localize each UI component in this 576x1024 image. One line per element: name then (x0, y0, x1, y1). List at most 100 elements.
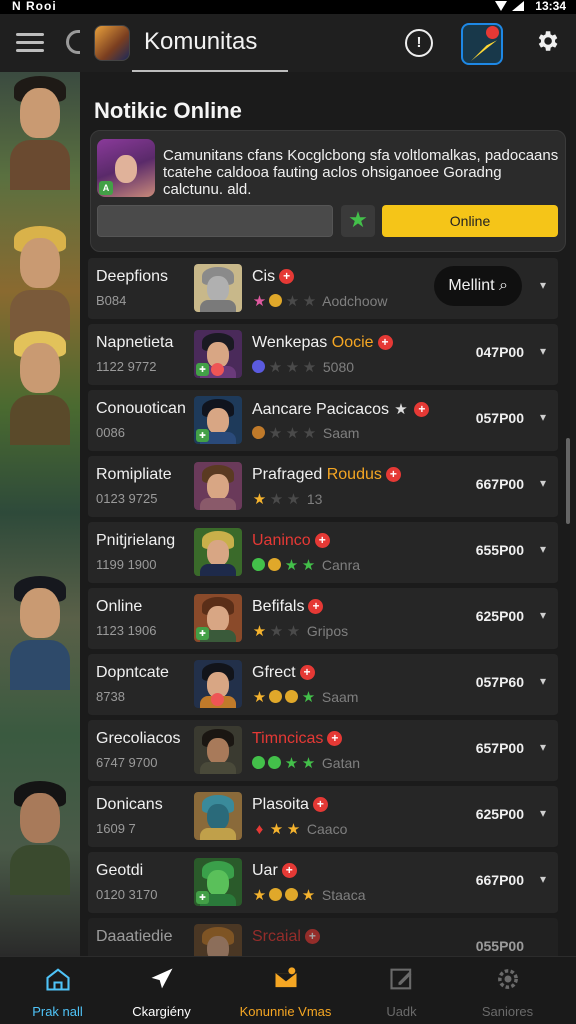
row-name: Online (96, 598, 143, 615)
chevron-down-icon[interactable]: ▾ (540, 344, 546, 358)
add-icon[interactable]: + (312, 797, 328, 812)
orb-icon (252, 360, 265, 373)
coin-icon (269, 294, 282, 307)
add-icon[interactable]: + (414, 402, 430, 417)
list-item[interactable]: Napnetieta 1122 9772 ✚ Wenkepas Oocie + ★… (88, 324, 558, 386)
app-logo (94, 25, 130, 61)
star-icon: ★ (348, 207, 368, 232)
settings-icon (497, 969, 518, 989)
list-item[interactable]: Conouotican 0086 ✚ Aancare Pacicacos ★ + … (88, 390, 558, 452)
row-value: 047P00 (475, 344, 524, 360)
chevron-down-icon[interactable]: ▾ (540, 542, 546, 556)
notice-input[interactable] (97, 205, 333, 237)
row-title: Befifals (252, 598, 305, 615)
row-meta: Staaca (321, 887, 366, 903)
star-button[interactable]: ★ (341, 205, 375, 237)
add-icon[interactable]: + (314, 533, 330, 548)
add-icon[interactable]: + (299, 665, 315, 680)
chevron-down-icon[interactable]: ▾ (540, 608, 546, 622)
search-icon[interactable] (66, 30, 80, 54)
row-id: 1122 9772 (96, 359, 157, 374)
row-meta: Saam (321, 689, 359, 705)
section-title: Notikic Online (94, 98, 242, 123)
online-button[interactable]: Online (382, 205, 558, 237)
info-icon[interactable]: ! (405, 29, 433, 57)
add-icon[interactable]: + (281, 863, 297, 878)
row-value: 667P00 (475, 872, 524, 888)
menu-icon[interactable] (16, 33, 44, 53)
nav-item-community[interactable]: Konunnie Vmas (228, 965, 343, 1021)
map-icon[interactable] (461, 23, 503, 65)
nav-item-navigate[interactable]: Ckargiény (104, 965, 219, 1021)
add-icon[interactable]: + (304, 929, 320, 944)
row-meta: Saam (322, 425, 360, 441)
chevron-down-icon[interactable]: ▾ (540, 872, 546, 886)
row-meta: Caaco (306, 821, 348, 837)
nav-item-settings[interactable]: Saniores (450, 965, 565, 1021)
add-icon[interactable]: + (279, 269, 295, 284)
row-title: Cis (252, 268, 276, 285)
list-item[interactable]: Grecoliacos 6747 9700 Timncicas + ★ ★ Gata… (88, 720, 558, 782)
row-title-accent: Timncicas (252, 730, 324, 747)
chevron-down-icon[interactable]: ▾ (540, 806, 546, 820)
avatar: ✚ (194, 858, 242, 906)
list-item[interactable]: Deepfions B084 Cis + ★ ★ ★ Aodchoow Mellint… (88, 258, 558, 320)
chevron-down-icon[interactable]: ▾ (540, 410, 546, 424)
chevron-down-icon[interactable]: ▾ (540, 740, 546, 754)
nav-label: Uadk (386, 1004, 417, 1019)
row-value: 657P00 (475, 740, 524, 756)
row-id: 6747 9700 (96, 755, 158, 770)
row-name: Dopntcate (96, 664, 169, 681)
notice-card: A Camunitans cfans Kocglcbong sfa voltlo… (90, 130, 566, 252)
row-value: 655P00 (475, 542, 524, 558)
list-item[interactable]: Daaatiedie 2000 Srcaial+ 055P00 (88, 918, 558, 958)
chevron-down-icon[interactable]: ▾ (540, 278, 546, 292)
character-portrait (4, 325, 76, 445)
chevron-down-icon[interactable]: ▾ (540, 476, 546, 490)
notice-text: Camunitans cfans Kocglcbong sfa voltloma… (163, 147, 559, 198)
row-name: Conouotican (96, 400, 186, 417)
nav-label: Ckargiény (132, 1004, 191, 1019)
chevron-down-icon[interactable]: ▾ (540, 674, 546, 688)
list-item[interactable]: Donicans 1609 7 Plasoita + ♦ ★ ★ Caaco 625P… (88, 786, 558, 848)
avatar: ✚ (194, 396, 242, 444)
list-item[interactable]: Pnitjrielang 1199 1900 Uaninco + ★ ★ Canra… (88, 522, 558, 584)
add-icon[interactable]: + (385, 467, 401, 482)
row-id: 0123 9725 (96, 491, 158, 506)
status-bar: N Rooi 13:34 (0, 0, 576, 14)
nav-item-edit[interactable]: Uadk (344, 965, 459, 1021)
wifi-icon (495, 1, 507, 11)
avatar (194, 264, 242, 312)
add-icon[interactable]: + (308, 599, 324, 614)
nav-label: Konunnie Vmas (239, 1004, 332, 1019)
row-title: Gfrect (252, 664, 296, 681)
home-icon (45, 968, 70, 991)
row-name: Deepfions (96, 268, 169, 285)
nav-item-home[interactable]: Prak nall (0, 965, 115, 1021)
row-name: Romipliate (96, 466, 172, 483)
bottom-nav: Prak nall Ckargiény Konunnie Vmas Uadk S… (0, 956, 576, 1024)
add-icon[interactable]: + (327, 731, 343, 746)
status-icons (495, 1, 524, 11)
avatar (194, 792, 242, 840)
character-portrait (4, 570, 76, 690)
star-icon: ★ (252, 293, 267, 310)
row-id: B084 (96, 293, 127, 308)
list-item[interactable]: Dopntcate 8738 Gfrect + ★ ★ Saam 057P60 ▾ (88, 654, 558, 716)
mellint-button[interactable]: Mellint ⌕ (434, 266, 522, 306)
scrollbar[interactable] (566, 438, 570, 524)
list-item[interactable]: Geotdi 0120 3170 ✚ Uar + ★ ★ Staaca 667P00… (88, 852, 558, 914)
list-item[interactable]: Romipliate 0123 9725 Prafraged Roudus + ★… (88, 456, 558, 518)
row-meta: 13 (306, 491, 323, 507)
row-title: Wenkepas (252, 334, 328, 351)
coin-icon (252, 426, 265, 439)
row-meta: Gripos (306, 623, 349, 639)
list-item[interactable]: Online 1123 1906 ✚ Befifals + ★ ★ ★ Gripos … (88, 588, 558, 650)
gear-icon[interactable] (534, 28, 560, 54)
avatar: ✚ (194, 594, 242, 642)
add-icon[interactable]: + (377, 335, 393, 350)
row-name: Geotdi (96, 862, 144, 879)
row-title: Aancare Pacicacos (252, 401, 389, 418)
edit-icon (389, 968, 411, 990)
signal-icon (512, 1, 524, 11)
